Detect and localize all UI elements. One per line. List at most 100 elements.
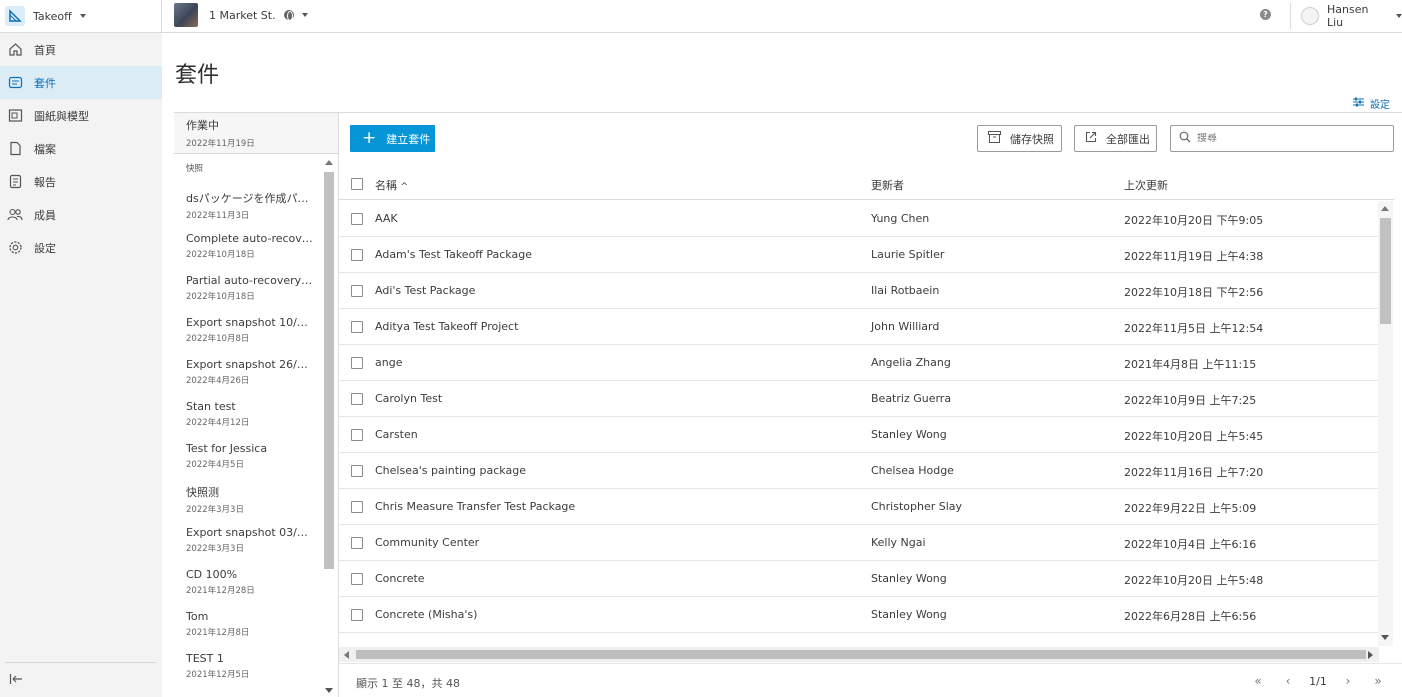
nav-item-sheets[interactable]: 圖紙與模型	[0, 99, 162, 132]
scrollbar-thumb[interactable]	[356, 650, 1366, 659]
version-panel: 作業中 2022年11月19日 快照 dsパッケージを作成パッ… 2022年11月…	[174, 112, 339, 697]
nav-item-reports[interactable]: 報告	[0, 165, 162, 198]
snapshot-title: Stan test	[186, 400, 236, 413]
save-snapshot-button[interactable]: 儲存快照	[977, 125, 1062, 152]
table-row[interactable]: Community Center Kelly Ngai 2022年10月4日 上午6…	[339, 525, 1379, 561]
column-header-name[interactable]: 名稱 ^	[375, 177, 408, 193]
row-checkbox[interactable]	[351, 609, 363, 621]
snapshot-item[interactable]: Export snapshot 03/03/… 2022年3月3日	[174, 526, 320, 568]
column-header-updated-by[interactable]: 更新者	[871, 177, 904, 193]
collapse-sidebar-icon[interactable]	[9, 673, 23, 685]
settings-link[interactable]: 設定	[1353, 96, 1390, 111]
cell-updated-by: Yung Chen	[871, 212, 930, 225]
row-checkbox[interactable]	[351, 573, 363, 585]
table-row[interactable]: Carsten Stanley Wong 2022年10月20日 上午5:45	[339, 417, 1379, 453]
user-menu[interactable]: Hansen Liu	[1290, 3, 1402, 29]
nav-item-members[interactable]: 成員	[0, 198, 162, 231]
scroll-up-icon[interactable]	[325, 160, 333, 165]
snapshot-item[interactable]: Complete auto-recover… 2022年10月18日	[174, 232, 320, 274]
table-row[interactable]: Adi's Test Package Ilai Rotbaein 2022年10月1…	[339, 273, 1379, 309]
project-switcher[interactable]: 1 Market St.	[174, 2, 308, 28]
create-package-button[interactable]: + 建立套件	[350, 125, 435, 152]
cell-name[interactable]: Concrete (Misha's)	[375, 608, 477, 621]
table-horizontal-scrollbar[interactable]	[339, 647, 1379, 662]
table-vertical-scrollbar[interactable]	[1378, 201, 1393, 646]
search-box[interactable]	[1170, 125, 1394, 152]
user-name: Hansen Liu	[1326, 3, 1369, 29]
table-row[interactable]: Carolyn Test Beatriz Guerra 2022年10月9日 上午7…	[339, 381, 1379, 417]
nav-item-packages[interactable]: 套件	[0, 66, 162, 99]
scrollbar-thumb[interactable]	[1380, 218, 1391, 324]
first-page-icon[interactable]: «	[1243, 674, 1273, 688]
scroll-down-icon[interactable]	[325, 688, 333, 693]
table-row[interactable]: Chris Measure Transfer Test Package Chris…	[339, 489, 1379, 525]
nav-item-files[interactable]: 檔案	[0, 132, 162, 165]
snapshot-date: 2022年11月3日	[186, 211, 250, 221]
cell-name[interactable]: Chelsea's painting package	[375, 464, 526, 477]
row-checkbox[interactable]	[351, 285, 363, 297]
cell-updated-by: Kelly Ngai	[871, 536, 926, 549]
nav-label: 套件	[34, 76, 56, 90]
nav-label: 報告	[34, 175, 56, 189]
app-switcher[interactable]: Takeoff	[0, 0, 162, 32]
cell-name[interactable]: Chris Measure Transfer Test Package	[375, 500, 575, 513]
snapshot-item[interactable]: Export snapshot 10/7/2… 2022年10月8日	[174, 316, 320, 358]
version-date: 2022年11月19日	[186, 139, 255, 149]
row-checkbox[interactable]	[351, 393, 363, 405]
snapshot-item[interactable]: Export snapshot 26/04/… 2022年4月26日	[174, 358, 320, 400]
cell-name[interactable]: Aditya Test Takeoff Project	[375, 320, 518, 333]
snapshot-item[interactable]: Tom 2021年12月8日	[174, 610, 320, 652]
cell-name[interactable]: Adam's Test Takeoff Package	[375, 248, 532, 261]
row-checkbox[interactable]	[351, 465, 363, 477]
snapshot-item[interactable]: Partial auto-recovery (… 2022年10月18日	[174, 274, 320, 316]
snapshot-item[interactable]: CD 100% 2021年12月28日	[174, 568, 320, 610]
scroll-up-icon[interactable]	[1381, 206, 1389, 211]
previous-page-icon[interactable]: ‹	[1273, 674, 1303, 688]
snapshot-item[interactable]: dsパッケージを作成パッ… 2022年11月3日	[174, 190, 320, 232]
cell-name[interactable]: Community Center	[375, 536, 479, 549]
table-row[interactable]: AAK Yung Chen 2022年10月20日 下午9:05	[339, 201, 1379, 237]
row-checkbox[interactable]	[351, 213, 363, 225]
snapshot-scrollbar[interactable]	[322, 156, 336, 697]
last-page-icon[interactable]: »	[1363, 674, 1393, 688]
row-checkbox[interactable]	[351, 537, 363, 549]
cell-name[interactable]: Carolyn Test	[375, 392, 442, 405]
cell-last-updated: 2022年6月28日 上午6:56	[1124, 610, 1257, 623]
row-checkbox[interactable]	[351, 429, 363, 441]
table-row[interactable]: Adam's Test Takeoff Package Laurie Spitle…	[339, 237, 1379, 273]
table-row[interactable]: ange Angelia Zhang 2021年4月8日 上午11:15	[339, 345, 1379, 381]
scroll-down-icon[interactable]	[1381, 635, 1389, 640]
search-input[interactable]	[1197, 133, 1377, 144]
next-page-icon[interactable]: ›	[1333, 674, 1363, 688]
nav-item-home[interactable]: 首頁	[0, 33, 162, 66]
table-row[interactable]: Concrete (Misha's) Stanley Wong 2022年6月28日…	[339, 597, 1379, 633]
record-count: 顯示 1 至 48，共 48	[356, 677, 460, 690]
select-all-checkbox[interactable]	[351, 178, 363, 190]
nav-item-settings[interactable]: 設定	[0, 231, 162, 264]
cell-name[interactable]: ange	[375, 356, 402, 369]
row-checkbox[interactable]	[351, 501, 363, 513]
nav-label: 檔案	[34, 142, 56, 156]
snapshot-item[interactable]: Stan test 2022年4月12日	[174, 400, 320, 442]
export-all-button[interactable]: 全部匯出	[1074, 125, 1157, 152]
cell-name[interactable]: Adi's Test Package	[375, 284, 475, 297]
column-header-last-updated[interactable]: 上次更新	[1124, 177, 1168, 193]
cell-name[interactable]: Concrete	[375, 572, 425, 585]
scrollbar-thumb[interactable]	[324, 172, 334, 569]
row-checkbox[interactable]	[351, 249, 363, 261]
cell-name[interactable]: Carsten	[375, 428, 418, 441]
avatar	[1301, 7, 1319, 25]
table-row[interactable]: Aditya Test Takeoff Project John Williard…	[339, 309, 1379, 345]
table-row[interactable]: Chelsea's painting package Chelsea Hodge 2…	[339, 453, 1379, 489]
row-checkbox[interactable]	[351, 357, 363, 369]
scroll-right-icon[interactable]	[1368, 651, 1373, 659]
row-checkbox[interactable]	[351, 321, 363, 333]
snapshot-item[interactable]: Test for Jessica 2022年4月5日	[174, 442, 320, 484]
scroll-left-icon[interactable]	[344, 651, 349, 659]
snapshot-item[interactable]: TEST 1 2021年12月5日	[174, 652, 320, 694]
snapshot-item[interactable]: 快照测 2022年3月3日	[174, 484, 320, 526]
version-current[interactable]: 作業中 2022年11月19日	[174, 113, 339, 154]
table-row[interactable]: Concrete Stanley Wong 2022年10月20日 上午5:48	[339, 561, 1379, 597]
help-icon[interactable]: ?	[1260, 9, 1271, 20]
cell-name[interactable]: AAK	[375, 212, 398, 225]
